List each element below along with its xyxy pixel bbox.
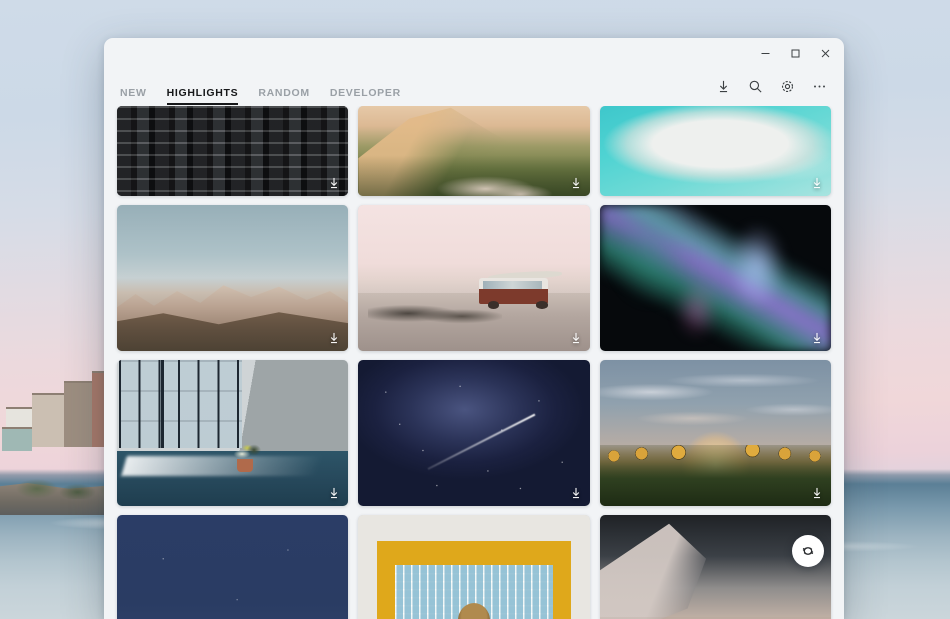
wallpaper-grid — [104, 106, 844, 619]
tile-aurora[interactable] — [599, 205, 831, 351]
wallpaper-thumbnail — [117, 106, 349, 196]
download-icon[interactable] — [810, 331, 824, 345]
tile-interior-plant[interactable] — [117, 360, 349, 506]
tile-yellow-wall[interactable] — [358, 515, 590, 619]
gear-icon[interactable] — [778, 77, 796, 95]
close-button[interactable] — [810, 40, 840, 66]
shuffle-refresh-button[interactable] — [792, 535, 824, 567]
download-icon[interactable] — [327, 486, 341, 500]
tile-turquoise-lagoon[interactable] — [599, 106, 831, 196]
tile-apartment-facade[interactable] — [117, 106, 349, 196]
tile-deep-blue-night[interactable] — [117, 515, 349, 619]
wallpaper-thumbnail — [358, 515, 590, 619]
tab-new[interactable]: NEW — [120, 87, 147, 106]
download-icon[interactable] — [569, 176, 583, 190]
tab-bar: NEW HIGHLIGHTS RANDOM DEVELOPER — [104, 68, 844, 106]
tile-mountain-range[interactable] — [117, 205, 349, 351]
wallpaper-thumbnail — [358, 106, 590, 196]
desktop: NEW HIGHLIGHTS RANDOM DEVELOPER — [0, 0, 950, 619]
wallpaper-thumbnail — [599, 515, 831, 619]
tile-beach-van[interactable] — [358, 205, 590, 351]
wallpaper-thumbnail — [117, 360, 349, 506]
tab-list: NEW HIGHLIGHTS RANDOM DEVELOPER — [120, 68, 401, 106]
title-bar — [104, 38, 844, 68]
wallpaper-thumbnail — [358, 360, 590, 506]
tab-developer[interactable]: DEVELOPER — [330, 87, 401, 106]
tile-harbor-dusk[interactable] — [599, 515, 831, 619]
tab-random[interactable]: RANDOM — [258, 87, 309, 106]
wallpaper-thumbnail — [599, 106, 831, 196]
wallpaper-thumbnail — [117, 515, 349, 619]
download-icon[interactable] — [569, 331, 583, 345]
download-icon[interactable] — [327, 331, 341, 345]
wallpaper-thumbnail — [358, 205, 590, 351]
search-icon[interactable] — [746, 77, 764, 95]
minimize-button[interactable] — [750, 40, 780, 66]
wallpaper-app-window: NEW HIGHLIGHTS RANDOM DEVELOPER — [104, 38, 844, 619]
more-icon[interactable] — [810, 77, 828, 95]
wallpaper-thumbnail — [117, 205, 349, 351]
tile-starry-meteor[interactable] — [358, 360, 590, 506]
refresh-icon — [802, 547, 814, 555]
download-icon[interactable] — [810, 176, 824, 190]
tile-mountain-ridge[interactable] — [358, 106, 590, 196]
download-icon[interactable] — [810, 486, 824, 500]
wallpaper-thumbnail — [599, 205, 831, 351]
download-icon[interactable] — [327, 176, 341, 190]
download-icon[interactable] — [569, 486, 583, 500]
tab-highlights[interactable]: HIGHLIGHTS — [166, 87, 239, 106]
download-icon[interactable] — [714, 77, 732, 95]
tile-sunflower-sunset[interactable] — [599, 360, 831, 506]
maximize-button[interactable] — [780, 40, 810, 66]
wallpaper-thumbnail — [599, 360, 831, 506]
toolbar — [714, 77, 828, 97]
